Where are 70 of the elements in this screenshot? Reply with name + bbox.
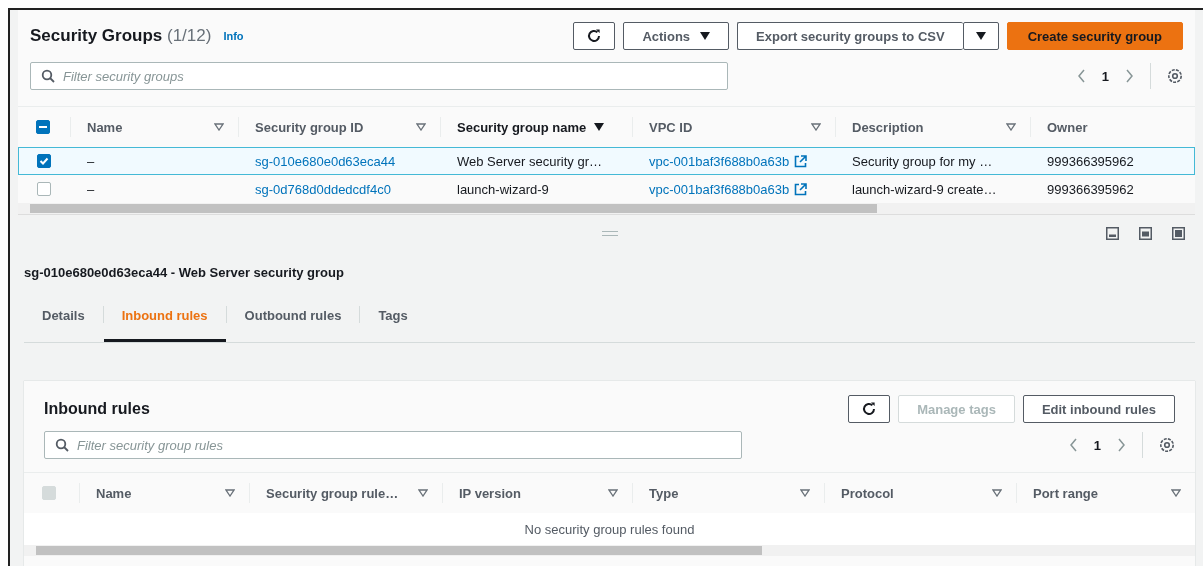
table-cell: – — [87, 153, 95, 169]
table-row[interactable]: – sg-010e680e0d63eca44 Web Server security gr… vpc-001baf3f688b0a63b Security group for my … 999366395962 — [18, 147, 1195, 175]
export-options-button[interactable] — [962, 22, 999, 50]
group-id-link[interactable]: sg-010e680e0d63eca44 — [255, 153, 396, 169]
previous-page-icon[interactable] — [1076, 69, 1086, 83]
refresh-button[interactable] — [848, 395, 891, 423]
row-checkbox[interactable] — [37, 182, 51, 196]
refresh-icon — [586, 28, 603, 44]
external-link-icon[interactable] — [794, 154, 808, 168]
group-id-link[interactable]: sg-0d768d0ddedcdf4c0 — [255, 181, 391, 197]
column-header: Security group ID — [255, 119, 364, 135]
column-header: IP version — [459, 485, 521, 501]
table-cell: launch-wizard-9 create… — [852, 181, 997, 197]
drag-handle-icon[interactable] — [601, 230, 618, 236]
panel-layout-icon[interactable] — [1172, 227, 1185, 240]
create-button[interactable]: Create security group — [1006, 22, 1183, 50]
tab[interactable]: Tags — [360, 292, 426, 342]
column-header: Name — [87, 119, 123, 135]
edit-rules-button[interactable]: Edit inbound rules — [1022, 395, 1175, 423]
actions-button[interactable]: Actions — [623, 22, 730, 50]
panel-title: Security Groups (1/12) — [30, 26, 212, 46]
empty-message: No security group rules found — [524, 521, 695, 537]
tab[interactable]: Outbound rules — [226, 292, 360, 342]
search-icon — [41, 69, 55, 83]
details-title: sg-010e680e0d63eca44 - Web Server security group — [24, 265, 345, 280]
external-link-icon[interactable] — [794, 182, 808, 196]
export-button[interactable]: Export security groups to CSV — [737, 22, 963, 50]
column-header: Security group name — [457, 119, 587, 135]
table-cell: 999366395962 — [1047, 153, 1134, 169]
vpc-id-link[interactable]: vpc-001baf3f688b0a63b — [649, 153, 790, 169]
tab[interactable]: Details — [24, 292, 103, 342]
section-title: Inbound rules — [44, 400, 150, 418]
column-header: Type — [649, 485, 679, 501]
column-header: VPC ID — [649, 119, 693, 135]
sort-icon[interactable] — [594, 123, 605, 131]
next-page-icon[interactable] — [1125, 69, 1134, 83]
table-cell: Security group for my … — [852, 153, 993, 169]
page-number[interactable]: 1 — [1093, 437, 1101, 453]
page-number[interactable]: 1 — [1101, 68, 1109, 84]
column-header: Protocol — [841, 485, 894, 501]
settings-icon[interactable] — [1159, 437, 1175, 453]
previous-page-icon[interactable] — [1068, 438, 1078, 452]
column-header: Description — [852, 119, 924, 135]
check-icon — [39, 156, 49, 166]
column-header: Port range — [1033, 485, 1098, 501]
column-header: Owner — [1047, 119, 1088, 135]
table-cell: 999366395962 — [1047, 181, 1134, 197]
table-row[interactable]: – sg-0d768d0ddedcdf4c0 launch-wizard-9 vpc-001baf3f688b0a63b launch-wizard-9 create… 999366395962 — [18, 175, 1195, 203]
panel-layout-icon[interactable] — [1106, 227, 1119, 240]
vpc-id-link[interactable]: vpc-001baf3f688b0a63b — [649, 181, 790, 197]
next-page-icon[interactable] — [1117, 438, 1126, 452]
caret-icon — [700, 32, 711, 40]
search-field[interactable]: Filter security groups — [30, 62, 728, 90]
settings-icon[interactable] — [1167, 68, 1183, 84]
table-cell: – — [87, 181, 95, 197]
horizontal-scrollbar[interactable] — [24, 545, 1195, 556]
info-link[interactable]: Info — [223, 30, 244, 42]
column-header: Name — [96, 485, 132, 501]
table-cell: Web Server security gr… — [457, 153, 602, 169]
table-cell: launch-wizard-9 — [457, 181, 549, 197]
select-all-checkbox[interactable] — [36, 120, 50, 134]
panel-layout-icon[interactable] — [1139, 227, 1152, 240]
column-header: Security group rule… — [266, 485, 399, 501]
refresh-button[interactable] — [573, 22, 616, 50]
row-checkbox[interactable] — [37, 154, 51, 168]
caret-icon — [975, 32, 986, 40]
search-icon — [55, 438, 69, 452]
search-field[interactable]: Filter security group rules — [44, 431, 742, 459]
refresh-icon — [861, 401, 878, 417]
dash-icon — [39, 126, 47, 128]
